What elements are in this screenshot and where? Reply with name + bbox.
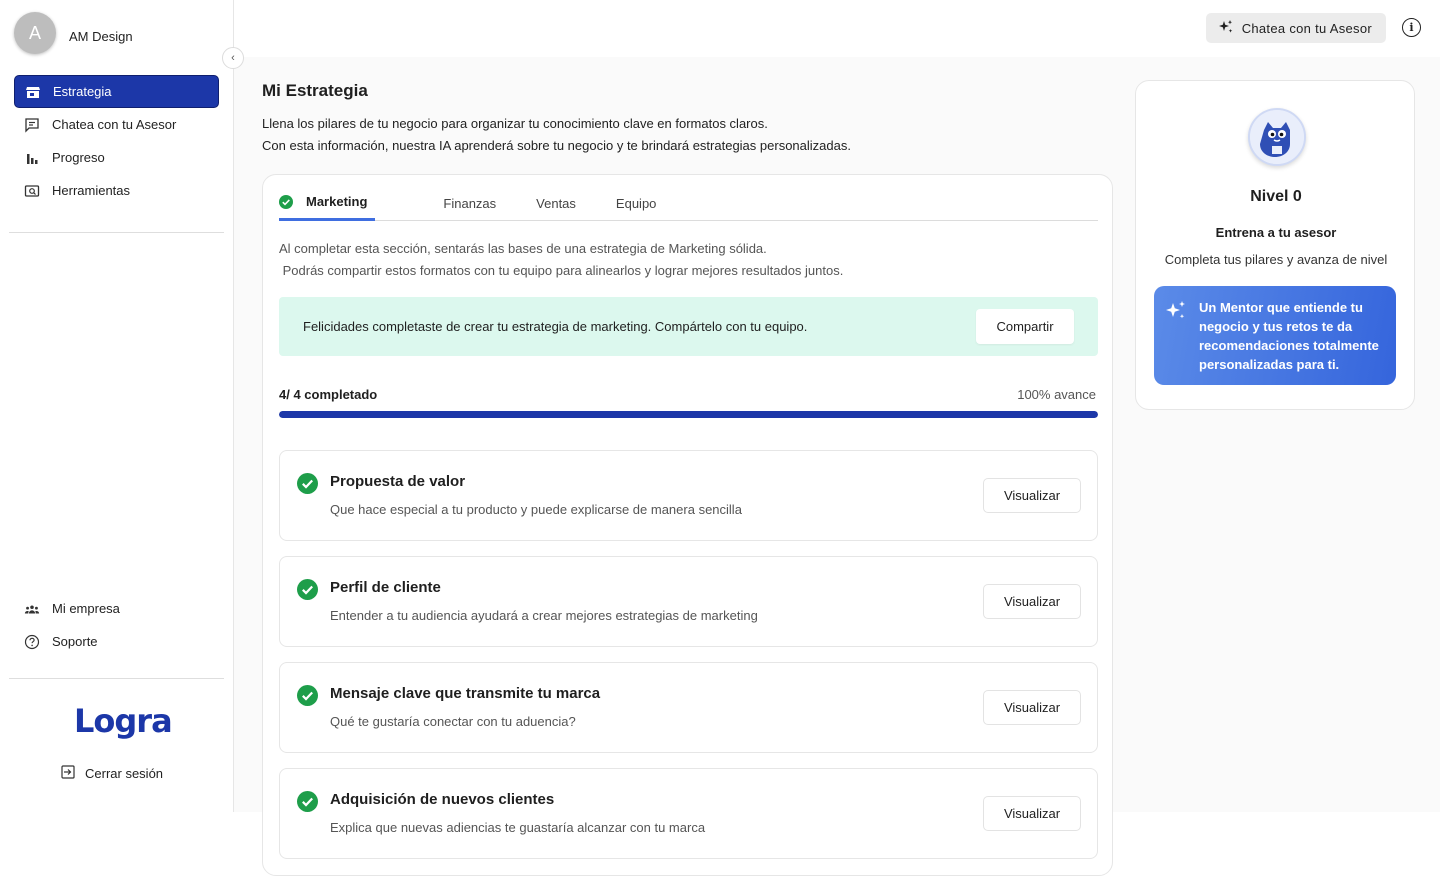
- divider: [9, 678, 224, 679]
- check-circle-icon: [279, 194, 293, 209]
- pillar-item: Adquisición de nuevos clientes Explica q…: [279, 768, 1098, 859]
- nav-item-soporte[interactable]: Soporte: [14, 625, 219, 658]
- nav-label: Herramientas: [52, 183, 131, 198]
- bar-chart-icon: [24, 150, 40, 166]
- pillar-title: Mensaje clave que transmite tu marca: [330, 685, 601, 702]
- tab-marketing[interactable]: Marketing: [279, 185, 376, 221]
- nav-label: Mi empresa: [52, 601, 120, 616]
- tab-label: Marketing: [306, 194, 368, 209]
- progress-label: 4/ 4 completado: [279, 387, 378, 402]
- logra-logo: Logra: [74, 702, 173, 740]
- page-title: Mi Estrategia: [262, 81, 368, 100]
- chat-icon: [24, 117, 40, 133]
- nav-label: Progreso: [52, 150, 105, 165]
- mascot-avatar: [1248, 108, 1306, 166]
- banner-text: Felicidades completaste de crear tu estr…: [303, 319, 808, 334]
- pillar-description: Qué te gustaría conectar con tu aduencia…: [330, 714, 576, 729]
- nav-item-estrategia[interactable]: Estrategia: [14, 75, 219, 108]
- mentor-text: Un Mentor que entiende tu negocio y tus …: [1199, 300, 1379, 372]
- progress-fill: [279, 411, 1098, 418]
- nav-label: Soporte: [52, 634, 98, 649]
- page-desc-line: Llena los pilares de tu negocio para org…: [262, 116, 768, 131]
- tab-ventas[interactable]: Ventas: [536, 185, 576, 221]
- pillar-item: Perfil de cliente Entender a tu audienci…: [279, 556, 1098, 647]
- chevron-left-icon: ‹: [231, 52, 235, 64]
- check-circle-icon: [297, 791, 318, 812]
- nav-item-chatea[interactable]: Chatea con tu Asesor: [14, 108, 219, 141]
- avatar[interactable]: A: [14, 12, 56, 54]
- pillar-item: Propuesta de valor Que hace especial a t…: [279, 450, 1098, 541]
- pillar-description: Que hace especial a tu producto y puede …: [330, 502, 742, 517]
- level-subtitle: Entrena a tu asesor: [1215, 225, 1337, 240]
- level-title: Nivel 0: [1250, 188, 1302, 205]
- topbar: Chatea con tu Asesor i: [234, 0, 1440, 57]
- divider: [9, 232, 224, 233]
- check-circle-icon: [297, 685, 318, 706]
- profile-name: AM Design: [69, 28, 133, 44]
- level-description: Completa tus pilares y avanza de nivel: [1164, 252, 1388, 267]
- sidebar: A AM Design Estrategia Chatea con tu Ase…: [0, 0, 234, 812]
- check-circle-icon: [297, 579, 318, 600]
- nav-label: Chatea con tu Asesor: [52, 117, 177, 132]
- page-description: Llena los pilares de tu negocio para org…: [262, 113, 851, 157]
- view-button[interactable]: Visualizar: [983, 584, 1081, 619]
- info-icon[interactable]: i: [1402, 18, 1421, 37]
- page-desc-line: Con esta información, nuestra IA aprende…: [262, 138, 851, 153]
- nav-item-mi-empresa[interactable]: Mi empresa: [14, 592, 219, 625]
- progress-percent: 100% avance: [1017, 387, 1096, 402]
- bottom-nav: Mi empresa Soporte: [14, 592, 219, 658]
- logout-icon: [60, 764, 76, 783]
- section-desc-line: Podrás compartir estos formatos con tu e…: [279, 263, 844, 278]
- collapse-sidebar-button[interactable]: ‹: [222, 47, 244, 69]
- tools-icon: [24, 183, 40, 199]
- chat-with-advisor-button[interactable]: Chatea con tu Asesor: [1205, 13, 1386, 43]
- logout-button[interactable]: Cerrar sesión: [60, 764, 163, 783]
- sparkle-icon: [1218, 19, 1234, 38]
- strategy-card: Marketing Finanzas Ventas Equipo Al comp…: [262, 174, 1113, 876]
- logout-label: Cerrar sesión: [85, 766, 164, 781]
- profile[interactable]: A AM Design: [14, 12, 133, 54]
- progress-bar: [279, 411, 1098, 418]
- share-button[interactable]: Compartir: [976, 309, 1074, 344]
- section-desc-line: Al completar esta sección, sentarás las …: [279, 241, 767, 256]
- chat-button-label: Chatea con tu Asesor: [1241, 20, 1372, 36]
- pillar-description: Explica que nuevas adiencias te guastarí…: [330, 820, 706, 835]
- sparkle-icon: [1164, 299, 1188, 328]
- check-circle-icon: [297, 473, 318, 494]
- view-button[interactable]: Visualizar: [983, 690, 1081, 725]
- pillar-item: Mensaje clave que transmite tu marca Qué…: [279, 662, 1098, 753]
- tab-finanzas[interactable]: Finanzas: [443, 185, 496, 221]
- section-description: Al completar esta sección, sentarás las …: [279, 238, 843, 282]
- tab-equipo[interactable]: Equipo: [616, 185, 656, 221]
- view-button[interactable]: Visualizar: [983, 478, 1081, 513]
- main-nav: Estrategia Chatea con tu Asesor Progreso…: [14, 75, 219, 207]
- help-icon: [24, 634, 40, 650]
- pillar-description: Entender a tu audiencia ayudará a crear …: [330, 608, 758, 623]
- nav-item-herramientas[interactable]: Herramientas: [14, 174, 219, 207]
- pillar-title: Perfil de cliente: [330, 579, 441, 596]
- store-icon: [25, 84, 41, 100]
- tabs: Marketing Finanzas Ventas Equipo: [279, 185, 1098, 221]
- pillar-title: Adquisición de nuevos clientes: [330, 791, 555, 808]
- level-card: Nivel 0 Entrena a tu asesor Completa tus…: [1135, 80, 1415, 410]
- view-button[interactable]: Visualizar: [983, 796, 1081, 831]
- people-icon: [24, 601, 40, 617]
- success-banner: Felicidades completaste de crear tu estr…: [279, 297, 1098, 356]
- mentor-callout: Un Mentor que entiende tu negocio y tus …: [1154, 286, 1396, 385]
- nav-label: Estrategia: [53, 84, 112, 99]
- nav-item-progreso[interactable]: Progreso: [14, 141, 219, 174]
- pillar-title: Propuesta de valor: [330, 473, 466, 490]
